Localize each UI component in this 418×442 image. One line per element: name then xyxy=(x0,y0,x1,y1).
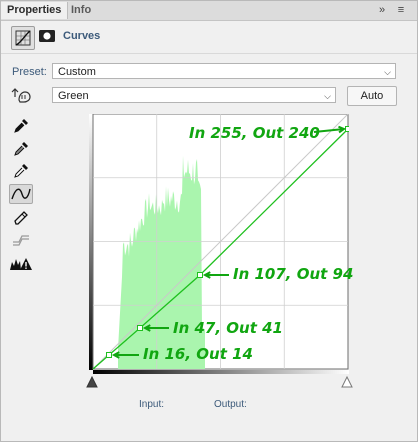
output-gradient-bar xyxy=(89,114,93,370)
preset-select[interactable]: Custom ⌵ xyxy=(52,63,396,79)
curves-adjustment-icon[interactable] xyxy=(11,26,35,50)
channel-value: Green xyxy=(58,90,89,102)
white-point-slider[interactable] xyxy=(341,375,353,388)
smooth-curve-icon[interactable] xyxy=(9,230,33,250)
tab-info[interactable]: Info xyxy=(65,2,97,19)
preset-value: Custom xyxy=(58,66,96,78)
black-point-slider[interactable] xyxy=(86,375,98,388)
targeted-adjustment-hand-icon[interactable] xyxy=(10,86,34,104)
chevron-down-icon: ⌵ xyxy=(324,91,331,101)
input-gradient-bar xyxy=(93,370,349,374)
tab-properties[interactable]: Properties xyxy=(1,2,69,19)
gray-point-eyedropper-icon[interactable] xyxy=(9,139,33,159)
edit-points-curve-icon[interactable] xyxy=(9,184,33,204)
pencil-draw-icon[interactable] xyxy=(9,208,33,228)
preset-label: Preset: xyxy=(12,66,47,78)
input-label: Input: xyxy=(139,399,165,410)
layer-mask-icon[interactable] xyxy=(38,29,56,43)
collapse-panel-button[interactable]: » xyxy=(375,3,389,17)
properties-panel: Properties Info » ≡ Curves Preset: Custo… xyxy=(0,0,418,442)
adjustment-title: Curves xyxy=(63,30,101,42)
curve-control-point[interactable] xyxy=(197,272,203,278)
white-point-eyedropper-icon[interactable] xyxy=(9,161,33,181)
auto-button[interactable]: Auto xyxy=(347,86,397,106)
curve-control-point[interactable] xyxy=(137,325,143,331)
black-point-eyedropper-icon[interactable] xyxy=(9,116,33,136)
clipping-warning-icon[interactable] xyxy=(9,256,33,276)
tab-bar: Properties Info » ≡ xyxy=(1,1,417,21)
output-label: Output: xyxy=(214,399,247,410)
curves-graph[interactable] xyxy=(89,113,351,374)
adjustment-header: Curves xyxy=(1,21,417,54)
channel-select[interactable]: Green ⌵ xyxy=(52,87,336,103)
curve-control-point[interactable] xyxy=(106,352,112,358)
curve-control-point[interactable] xyxy=(345,126,351,132)
panel-menu-button[interactable]: ≡ xyxy=(394,3,408,17)
chevron-down-icon: ⌵ xyxy=(384,67,391,77)
